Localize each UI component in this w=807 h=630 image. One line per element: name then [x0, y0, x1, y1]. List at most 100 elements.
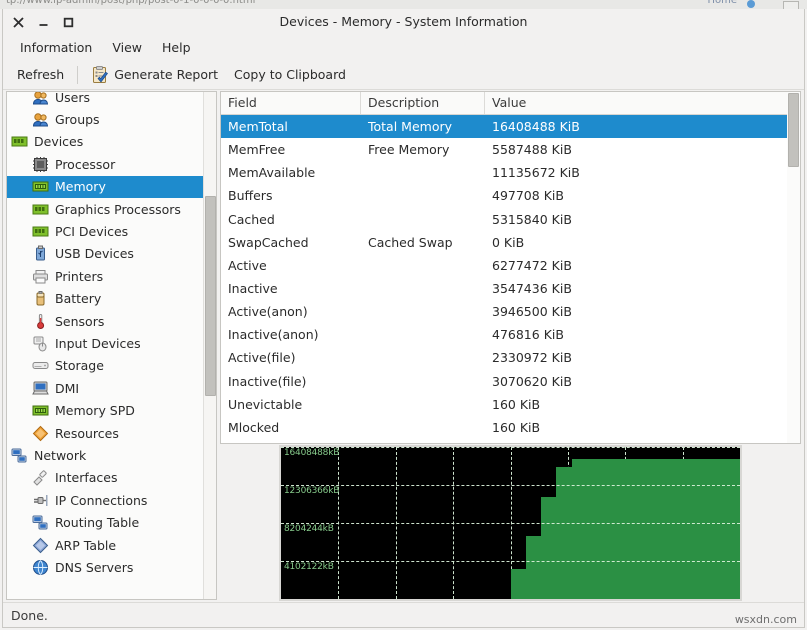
sidebar-item-input-devices[interactable]: Input Devices	[7, 332, 203, 354]
sidebar-item-routing-table[interactable]: Routing Table	[7, 511, 203, 533]
table-row[interactable]: Unevictable160 KiB	[221, 393, 800, 416]
background-box-icon	[783, 1, 799, 9]
graph-y-axis-label: 4102122kB	[284, 562, 334, 572]
table-row[interactable]: Inactive3547436 KiB	[221, 277, 800, 300]
table-row[interactable]: Inactive(file)3070620 KiB	[221, 370, 800, 393]
refresh-button[interactable]: Refresh	[9, 64, 72, 85]
table-cell-field: Active(file)	[221, 350, 361, 365]
menu-item-information[interactable]: Information	[11, 37, 101, 58]
graph-area-segment	[648, 459, 664, 599]
graph-gridline-horizontal	[281, 485, 740, 486]
table-cell-value: 497708 KiB	[485, 188, 800, 203]
sidebar-item-label: Graphics Processors	[55, 202, 181, 217]
table-cell-field: Mlocked	[221, 420, 361, 435]
sidebar-item-ip-connections[interactable]: IP Connections	[7, 489, 203, 511]
sidebar-item-memory-spd[interactable]: Memory SPD	[7, 399, 203, 421]
table-row[interactable]: Inactive(anon)476816 KiB	[221, 323, 800, 346]
generate-report-button[interactable]: Generate Report	[83, 63, 226, 87]
mouse-icon	[32, 335, 49, 352]
pci-icon	[32, 223, 49, 240]
sidebar-item-processor[interactable]: Processor	[7, 153, 203, 175]
sidebar-item-interfaces[interactable]: Interfaces	[7, 467, 203, 489]
copy-to-clipboard-button[interactable]: Copy to Clipboard	[226, 64, 354, 85]
graph-area-segment	[679, 459, 695, 599]
arp-icon	[32, 537, 49, 554]
sidebar-item-resources[interactable]: Resources	[7, 422, 203, 444]
column-header-value[interactable]: Value	[485, 92, 800, 114]
graph-area-segment	[511, 569, 527, 599]
table-cell-field: Inactive(file)	[221, 374, 361, 389]
processor-icon	[32, 156, 49, 173]
sidebar-item-label: Network	[34, 448, 86, 463]
sidebar-item-printers[interactable]: Printers	[7, 265, 203, 287]
sidebar-item-graphics-processors[interactable]: Graphics Processors	[7, 198, 203, 220]
sidebar-item-label: Memory	[55, 179, 106, 194]
window-title: Devices - Memory - System Information	[3, 9, 804, 35]
plug-icon	[32, 492, 49, 509]
sidebar-item-usb-devices[interactable]: USB Devices	[7, 243, 203, 265]
toolbar-separator	[77, 66, 78, 84]
graph-y-axis-label: 12306366kB	[284, 486, 339, 496]
column-header-description[interactable]: Description	[361, 92, 485, 114]
graph-area-segment	[526, 536, 542, 599]
table-cell-value: 160 KiB	[485, 397, 800, 412]
table-cell-field: Active(anon)	[221, 304, 361, 319]
generate-report-label: Generate Report	[114, 67, 218, 82]
table-cell-value: 5315840 KiB	[485, 212, 800, 227]
sidebar-item-groups[interactable]: Groups	[7, 108, 203, 130]
main-window: Devices - Memory - System Information In…	[2, 9, 805, 628]
sidebar-item-label: Routing Table	[55, 515, 139, 530]
sidebar-item-dmi[interactable]: DMI	[7, 377, 203, 399]
sidebar-scrollbar[interactable]	[203, 92, 216, 599]
sidebar-item-network[interactable]: Network	[7, 444, 203, 466]
table-row[interactable]: Active(anon) 3946500 KiB	[221, 300, 800, 323]
sidebar-item-sensors[interactable]: Sensors	[7, 310, 203, 332]
table-row[interactable]: SwapCachedCached Swap0 KiB	[221, 231, 800, 254]
harddisk-icon	[32, 357, 49, 374]
table-cell-value: 11135672 KiB	[485, 165, 800, 180]
sidebar-scrollbar-thumb[interactable]	[205, 196, 216, 396]
sidebar-item-label: USB Devices	[55, 246, 134, 261]
table-cell-value: 3946500 KiB	[485, 304, 800, 319]
menu-item-view[interactable]: View	[103, 37, 151, 58]
graph-area-segment	[633, 459, 649, 599]
table-scrollbar-thumb[interactable]	[788, 93, 799, 167]
column-header-field[interactable]: Field	[221, 92, 361, 114]
table-row[interactable]: Active6277472 KiB	[221, 254, 800, 277]
sidebar-item-battery[interactable]: Battery	[7, 288, 203, 310]
table-row[interactable]: Buffers497708 KiB	[221, 184, 800, 207]
sidebar-item-label: Memory SPD	[55, 403, 135, 418]
menu-item-help[interactable]: Help	[153, 37, 200, 58]
refresh-label: Refresh	[17, 67, 64, 82]
table-row[interactable]: MemAvailable11135672 KiB	[221, 161, 800, 184]
table-row[interactable]: Mlocked160 KiB	[221, 416, 800, 439]
sidebar-item-pci-devices[interactable]: PCI Devices	[7, 220, 203, 242]
graph-area-segment	[725, 459, 740, 599]
sidebar-item-label: ARP Table	[55, 538, 116, 553]
battery-icon	[32, 290, 49, 307]
sidebar-item-arp-table[interactable]: ARP Table	[7, 534, 203, 556]
table-row[interactable]: MemFreeFree Memory5587488 KiB	[221, 138, 800, 161]
background-home-text: Home	[707, 0, 737, 6]
sidebar-item-users[interactable]: Users	[7, 91, 203, 108]
sidebar-item-label: Storage	[55, 358, 104, 373]
users-icon	[32, 91, 49, 106]
sidebar-item-dns-servers[interactable]: DNS Servers	[7, 556, 203, 578]
sidebar-item-label: Sensors	[55, 314, 104, 329]
interfaces-icon	[32, 469, 49, 486]
graph-area-segment	[602, 459, 618, 599]
menu-bar: Information View Help	[3, 35, 804, 60]
table-cell-value: 0 KiB	[485, 235, 800, 250]
info-table: Field Description Value MemTotalTotal Me…	[220, 91, 801, 444]
sidebar-item-storage[interactable]: Storage	[7, 355, 203, 377]
sidebar-item-devices[interactable]: Devices	[7, 131, 203, 153]
table-row[interactable]: Cached5315840 KiB	[221, 208, 800, 231]
table-row[interactable]: MemTotalTotal Memory16408488 KiB	[221, 115, 800, 138]
graph-area-segment	[572, 459, 588, 599]
table-scrollbar[interactable]	[787, 92, 800, 443]
printer-icon	[32, 268, 49, 285]
sidebar-item-label: Users	[55, 91, 90, 105]
table-row[interactable]: Active(file)2330972 KiB	[221, 346, 800, 369]
sidebar-item-label: DMI	[55, 381, 79, 396]
sidebar-item-memory[interactable]: Memory	[7, 176, 203, 198]
